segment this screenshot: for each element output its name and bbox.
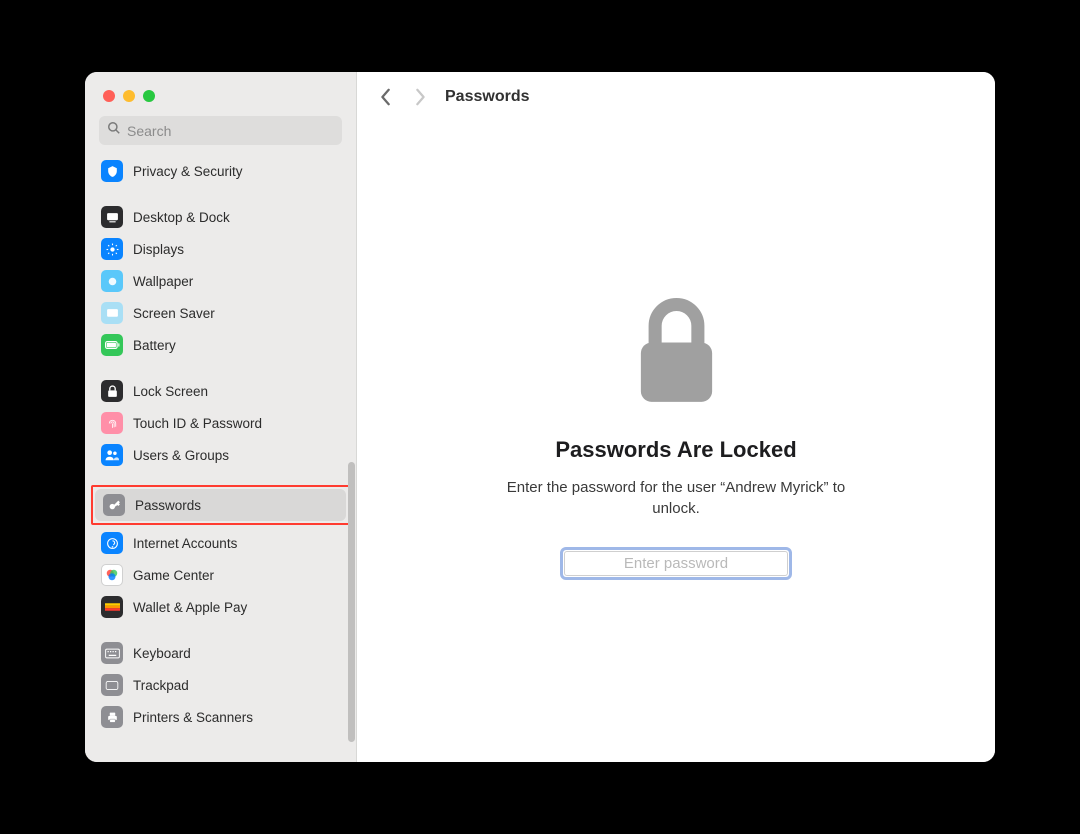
sidebar-item-label: Displays bbox=[133, 242, 184, 257]
password-field-focus-ring bbox=[560, 547, 792, 580]
maximize-window-button[interactable] bbox=[143, 90, 155, 102]
close-window-button[interactable] bbox=[103, 90, 115, 102]
game-center-icon bbox=[101, 564, 123, 586]
sidebar-item-label: Trackpad bbox=[133, 678, 189, 693]
system-settings-window: Privacy & Security Desktop & Dock Displa… bbox=[85, 72, 995, 762]
sidebar-group: Desktop & Dock Displays Wallpaper bbox=[93, 201, 348, 361]
sidebar-item-label: Passwords bbox=[135, 498, 201, 513]
sidebar-item-privacy-security[interactable]: Privacy & Security bbox=[93, 155, 348, 187]
sidebar-item-wallet-apple-pay[interactable]: Wallet & Apple Pay bbox=[93, 591, 348, 623]
sidebar-group: Lock Screen Touch ID & Password Users & … bbox=[93, 375, 348, 471]
users-groups-icon bbox=[101, 444, 123, 466]
keyboard-icon bbox=[101, 642, 123, 664]
search-icon bbox=[107, 121, 121, 140]
sidebar-item-desktop-dock[interactable]: Desktop & Dock bbox=[93, 201, 348, 233]
sidebar-item-battery[interactable]: Battery bbox=[93, 329, 348, 361]
search-container bbox=[85, 102, 356, 155]
locked-pane: Passwords Are Locked Enter the password … bbox=[357, 122, 995, 762]
sidebar-item-keyboard[interactable]: Keyboard bbox=[93, 637, 348, 669]
privacy-security-icon bbox=[101, 160, 123, 182]
battery-icon bbox=[101, 334, 123, 356]
sidebar-item-label: Game Center bbox=[133, 568, 214, 583]
desktop-dock-icon bbox=[101, 206, 123, 228]
locked-title: Passwords Are Locked bbox=[555, 437, 796, 463]
password-input[interactable] bbox=[564, 551, 788, 576]
sidebar-item-label: Printers & Scanners bbox=[133, 710, 253, 725]
sidebar-item-label: Wallet & Apple Pay bbox=[133, 600, 247, 615]
screen-saver-icon bbox=[101, 302, 123, 324]
sidebar-item-label: Users & Groups bbox=[133, 448, 229, 463]
sidebar-item-label: Touch ID & Password bbox=[133, 416, 262, 431]
trackpad-icon bbox=[101, 674, 123, 696]
wallpaper-icon bbox=[101, 270, 123, 292]
sidebar-item-trackpad[interactable]: Trackpad bbox=[93, 669, 348, 701]
internet-accounts-icon bbox=[101, 532, 123, 554]
lock-icon bbox=[629, 292, 724, 417]
main-header: Passwords bbox=[357, 72, 995, 122]
sidebar-item-touchid-password[interactable]: Touch ID & Password bbox=[93, 407, 348, 439]
main-content: Passwords Passwords Are Locked Enter the… bbox=[357, 72, 995, 762]
search-input[interactable] bbox=[127, 123, 334, 139]
back-button[interactable] bbox=[377, 88, 395, 106]
displays-icon bbox=[101, 238, 123, 260]
sidebar-item-label: Desktop & Dock bbox=[133, 210, 230, 225]
search-field[interactable] bbox=[99, 116, 342, 145]
sidebar: Privacy & Security Desktop & Dock Displa… bbox=[85, 72, 357, 762]
lock-screen-icon bbox=[101, 380, 123, 402]
sidebar-item-lock-screen[interactable]: Lock Screen bbox=[93, 375, 348, 407]
sidebar-item-internet-accounts[interactable]: Internet Accounts bbox=[93, 527, 348, 559]
sidebar-item-label: Wallpaper bbox=[133, 274, 193, 289]
sidebar-scrollbar[interactable] bbox=[348, 462, 355, 742]
sidebar-item-displays[interactable]: Displays bbox=[93, 233, 348, 265]
sidebar-group: Passwords Internet Accounts Game Center bbox=[93, 485, 348, 623]
sidebar-item-users-groups[interactable]: Users & Groups bbox=[93, 439, 348, 471]
minimize-window-button[interactable] bbox=[123, 90, 135, 102]
printers-icon bbox=[101, 706, 123, 728]
sidebar-item-label: Privacy & Security bbox=[133, 164, 243, 179]
highlight-annotation: Passwords bbox=[91, 485, 350, 525]
page-title: Passwords bbox=[445, 88, 529, 106]
passwords-icon bbox=[103, 494, 125, 516]
touchid-icon bbox=[101, 412, 123, 434]
sidebar-item-label: Keyboard bbox=[133, 646, 191, 661]
locked-subtitle: Enter the password for the user “Andrew … bbox=[496, 477, 856, 519]
forward-button[interactable] bbox=[411, 88, 429, 106]
sidebar-item-game-center[interactable]: Game Center bbox=[93, 559, 348, 591]
sidebar-list: Privacy & Security Desktop & Dock Displa… bbox=[85, 155, 356, 762]
sidebar-item-label: Internet Accounts bbox=[133, 536, 237, 551]
sidebar-item-screen-saver[interactable]: Screen Saver bbox=[93, 297, 348, 329]
sidebar-item-passwords[interactable]: Passwords bbox=[95, 489, 346, 521]
sidebar-item-label: Screen Saver bbox=[133, 306, 215, 321]
window-controls bbox=[85, 72, 356, 102]
sidebar-item-printers-scanners[interactable]: Printers & Scanners bbox=[93, 701, 348, 733]
sidebar-item-label: Lock Screen bbox=[133, 384, 208, 399]
sidebar-group: Privacy & Security bbox=[93, 155, 348, 187]
sidebar-group: Keyboard Trackpad Printers & Scanners bbox=[93, 637, 348, 733]
sidebar-item-wallpaper[interactable]: Wallpaper bbox=[93, 265, 348, 297]
wallet-icon bbox=[101, 596, 123, 618]
sidebar-item-label: Battery bbox=[133, 338, 176, 353]
